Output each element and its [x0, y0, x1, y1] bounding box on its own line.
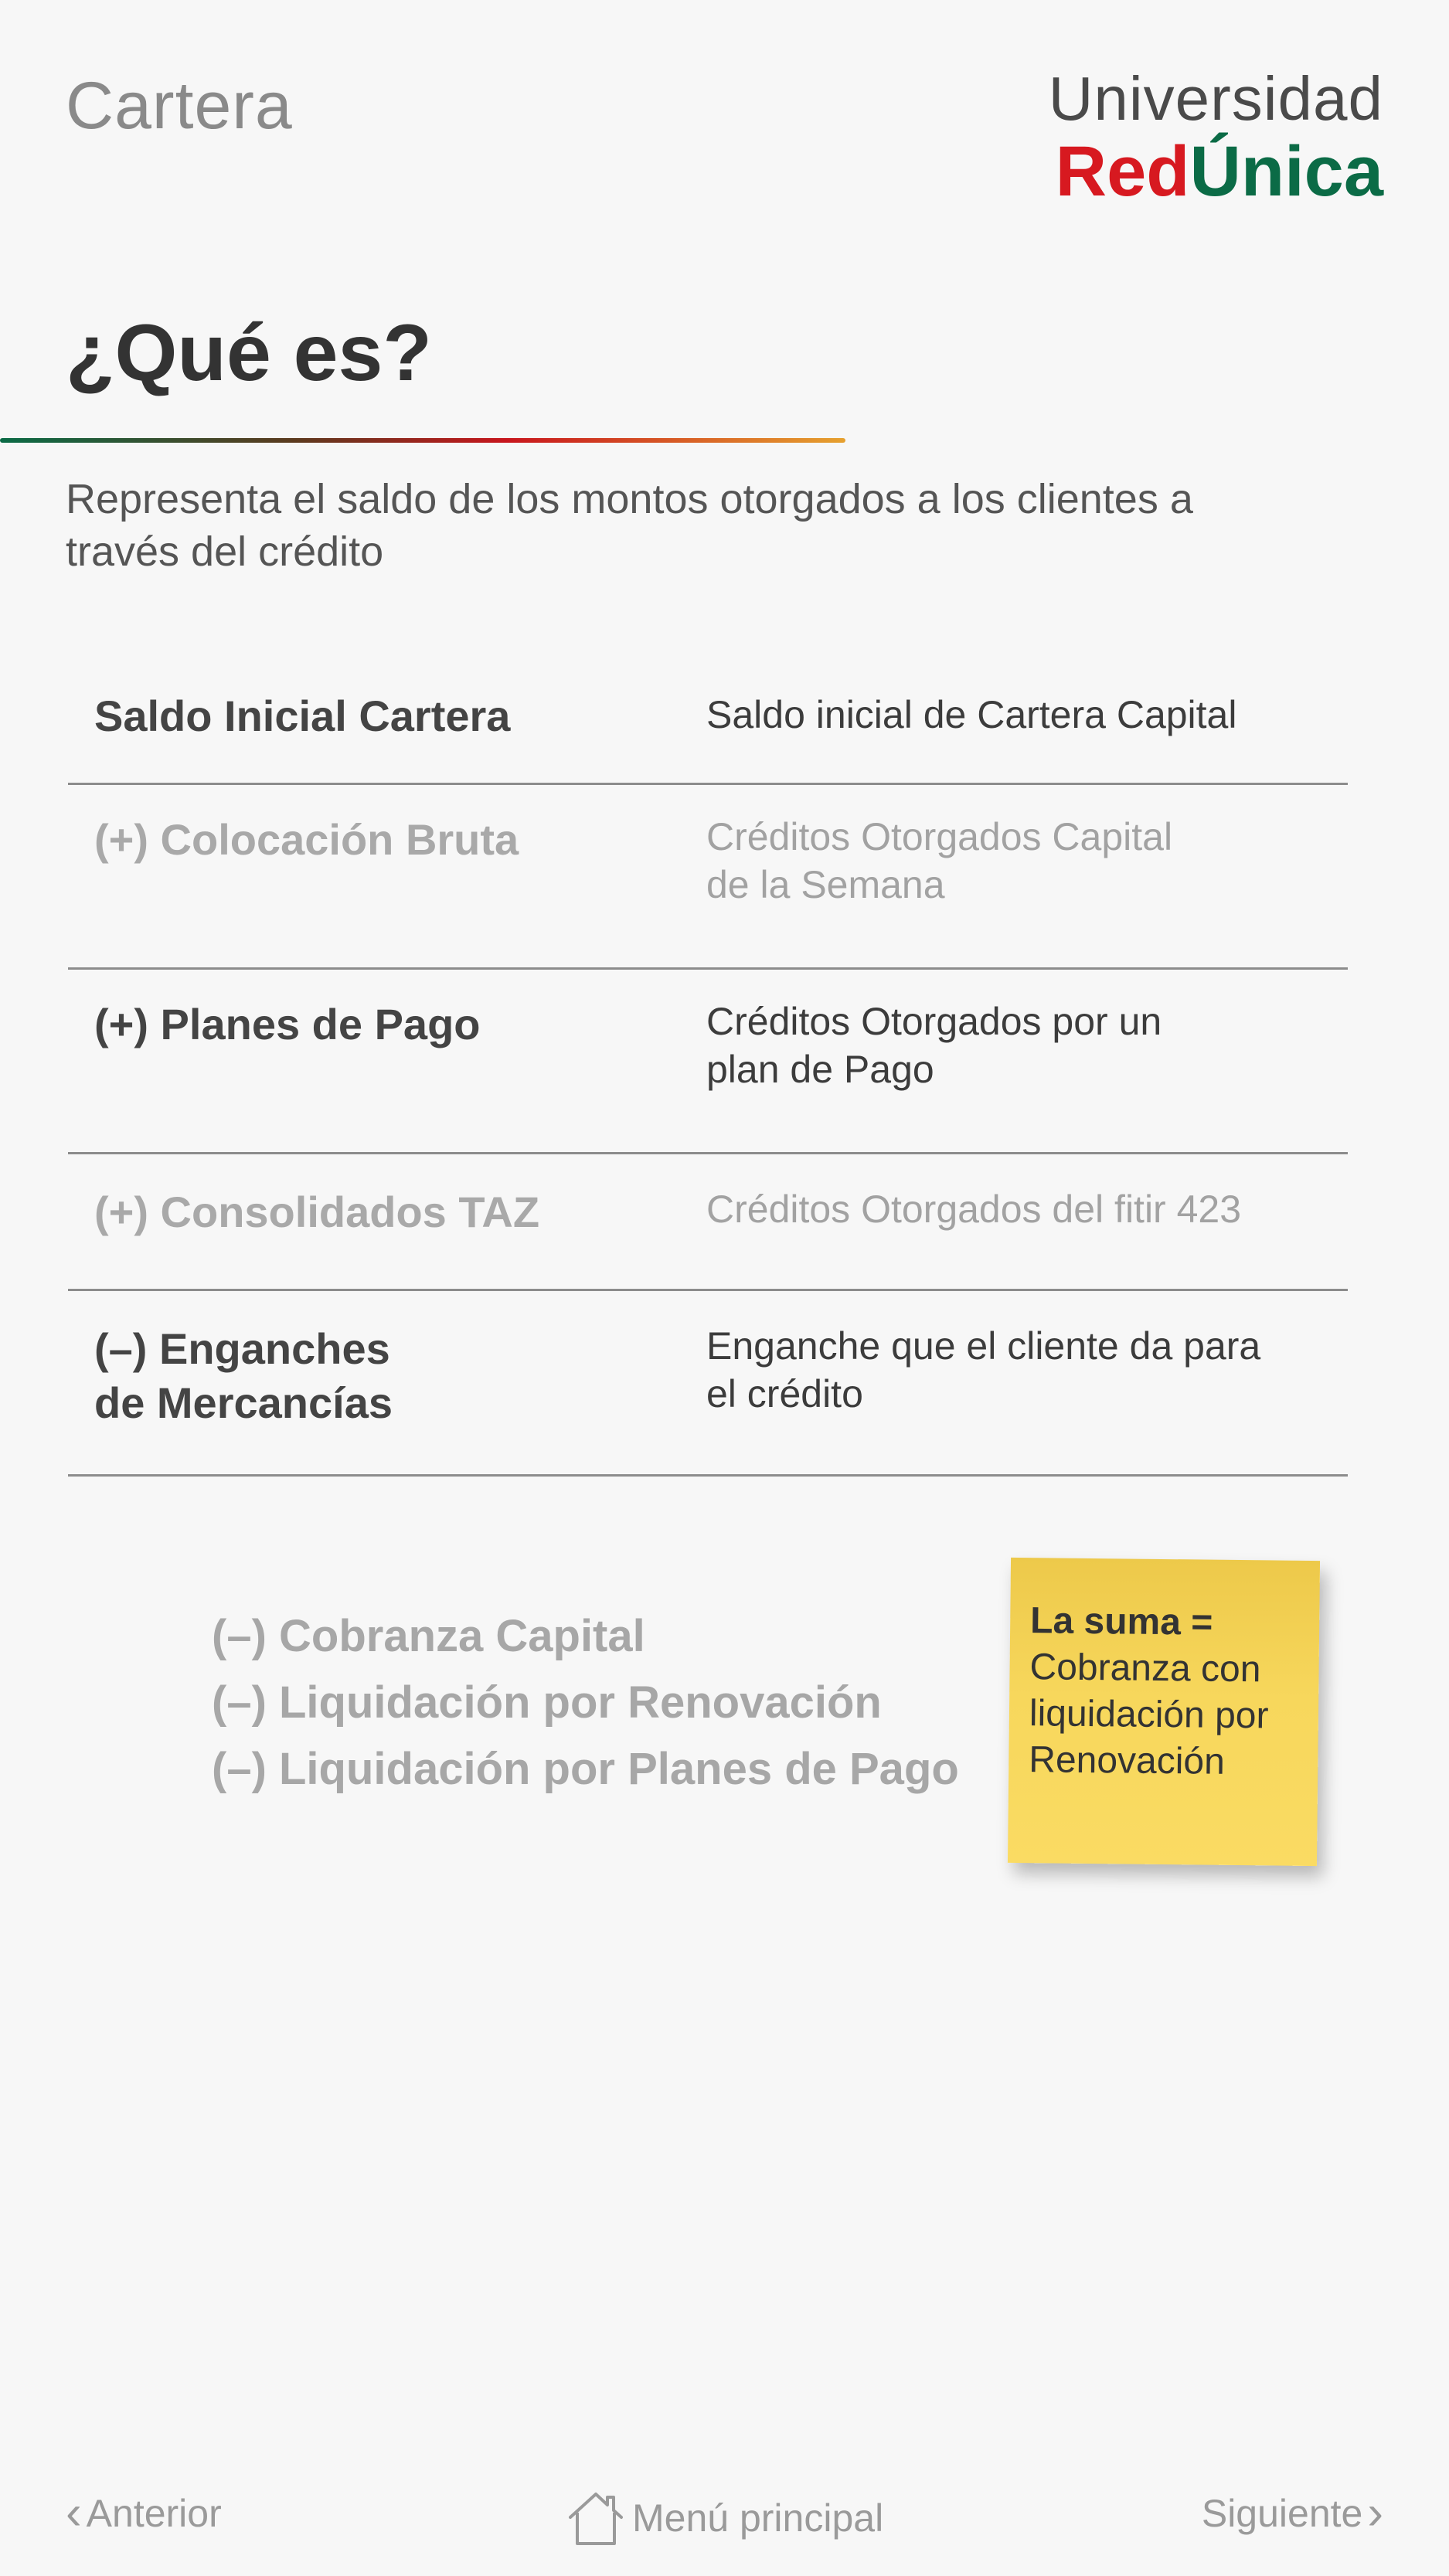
- deductions-list: (–) Cobranza Capital (–) Liquidación por…: [212, 1603, 959, 1803]
- row-description: Créditos Otorgados Capital de la Semana: [706, 815, 1173, 906]
- chevron-right-icon: ›: [1367, 2486, 1383, 2540]
- logo-red-text: Red: [1055, 132, 1190, 211]
- row-description: Créditos Otorgados del fitir 423: [706, 1188, 1242, 1231]
- logo-green-text: Única: [1189, 132, 1383, 211]
- logo-top-text: Universidad: [1048, 64, 1383, 133]
- row-term: (+) Consolidados TAZ: [94, 1188, 540, 1236]
- question-heading: ¿Qué es?: [66, 308, 432, 398]
- logo-brand-text: RedÚnica: [1028, 136, 1383, 207]
- main-menu-button[interactable]: Menú principal: [566, 2489, 883, 2547]
- row-term: (+) Planes de Pago: [94, 1000, 481, 1048]
- table-row: (+) Consolidados TAZ Créditos Otorgados …: [68, 1154, 1348, 1291]
- sticky-note-heading: La suma =: [1029, 1600, 1213, 1643]
- cartera-components-table: Saldo Inicial Cartera Saldo inicial de C…: [68, 664, 1348, 1477]
- previous-button[interactable]: ‹ Anterior: [66, 2489, 222, 2537]
- sticky-note: La suma = Cobranza con liquidación por R…: [1007, 1557, 1321, 1867]
- main-menu-label: Menú principal: [632, 2496, 884, 2540]
- universidad-redunica-logo: Universidad RedÚnica: [1028, 64, 1383, 208]
- next-button[interactable]: Siguiente ›: [1202, 2489, 1383, 2537]
- list-item: (–) Liquidación por Planes de Pago: [212, 1744, 959, 1794]
- next-label: Siguiente: [1201, 2492, 1363, 2535]
- list-item: (–) Cobranza Capital: [212, 1611, 645, 1661]
- sticky-note-body: Cobranza con liquidación por Renovación: [1029, 1647, 1269, 1782]
- definition-text: Representa el saldo de los montos otorga…: [66, 476, 1193, 575]
- chevron-left-icon: ‹: [66, 2486, 82, 2540]
- table-row: (+) Colocación Bruta Créditos Otorgados …: [68, 785, 1348, 970]
- section-title: Cartera: [66, 69, 293, 143]
- previous-label: Anterior: [86, 2492, 222, 2535]
- table-row: (+) Planes de Pago Créditos Otorgados po…: [68, 970, 1348, 1154]
- row-term: Saldo Inicial Cartera: [94, 692, 511, 740]
- list-item: (–) Liquidación por Renovación: [212, 1677, 882, 1728]
- row-description: Saldo inicial de Cartera Capital: [706, 693, 1237, 736]
- heading-divider: [0, 438, 845, 443]
- row-description: Enganche que el cliente da para el crédi…: [706, 1324, 1261, 1415]
- table-row: (–) Enganches de Mercancías Enganche que…: [68, 1291, 1348, 1477]
- row-term: (–) Enganches de Mercancías: [94, 1324, 393, 1427]
- row-description: Créditos Otorgados por un plan de Pago: [706, 1000, 1162, 1091]
- table-row: Saldo Inicial Cartera Saldo inicial de C…: [68, 664, 1348, 785]
- row-term: (+) Colocación Bruta: [94, 815, 519, 864]
- home-icon: [569, 2493, 623, 2545]
